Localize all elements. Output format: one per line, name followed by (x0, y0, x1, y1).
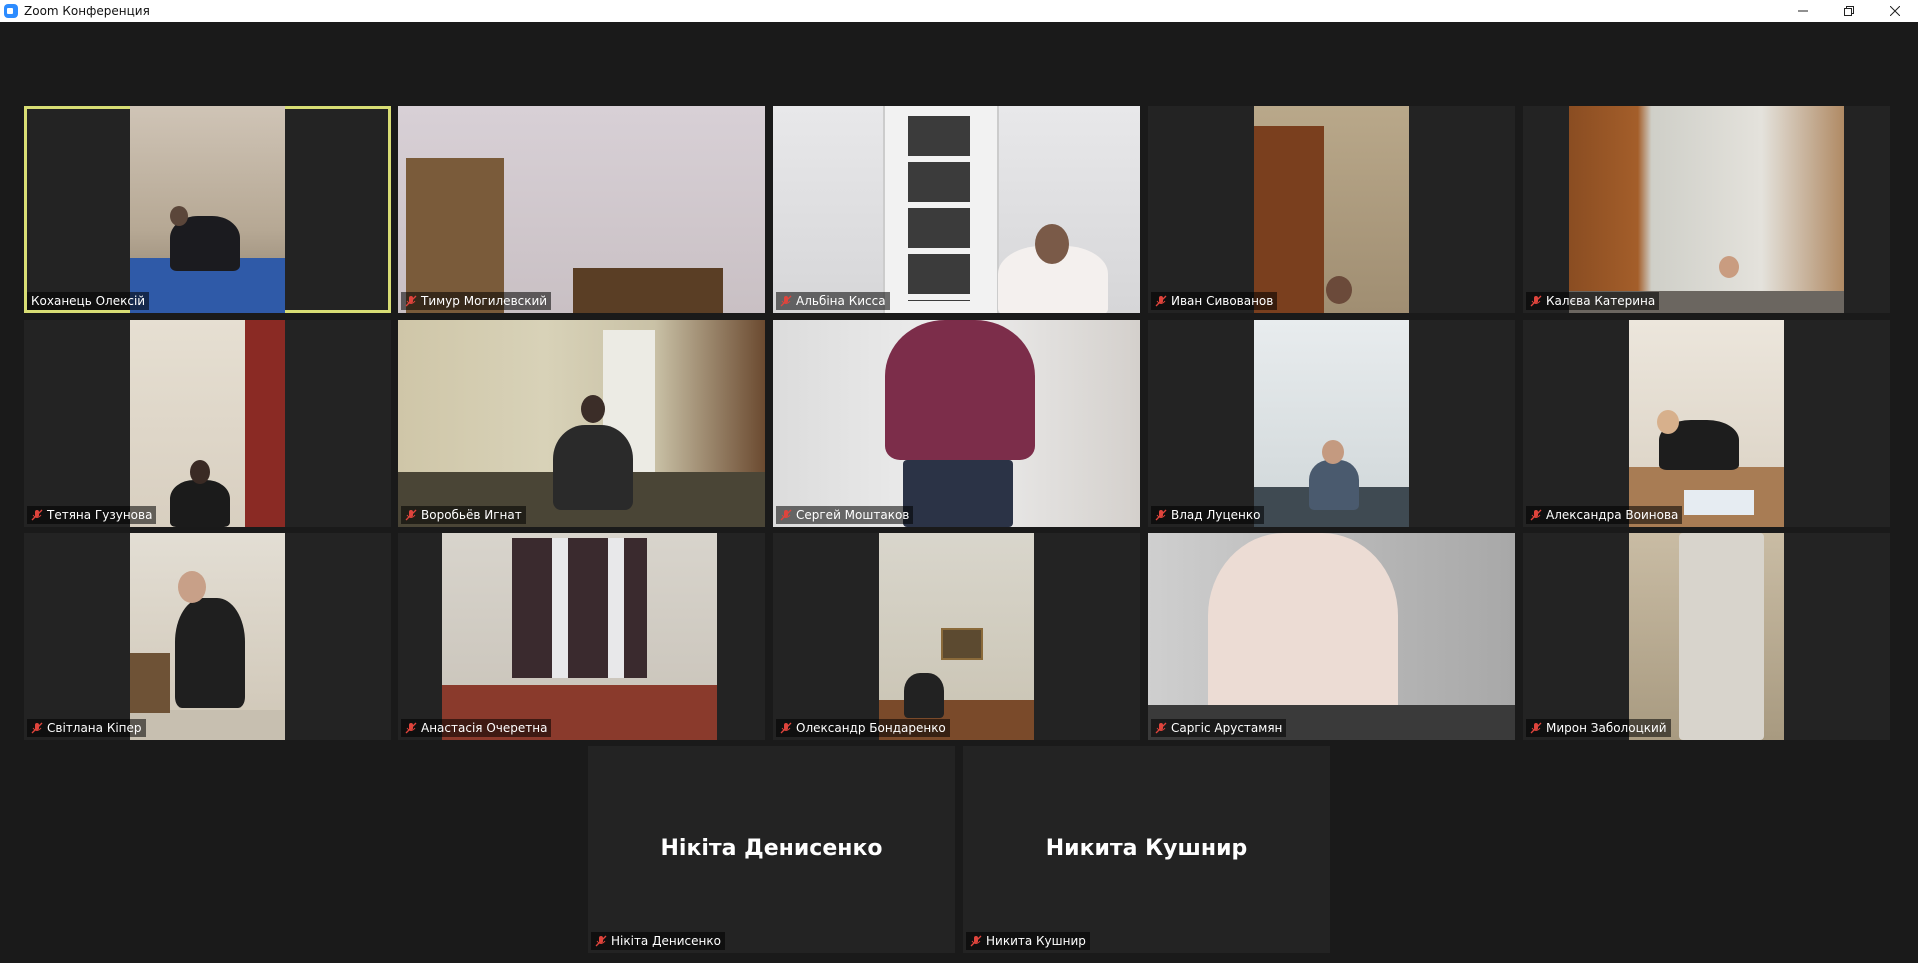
muted-mic-icon (1155, 509, 1167, 521)
muted-mic-icon (1155, 295, 1167, 307)
participant-tile[interactable]: Олександр Бондаренко (773, 533, 1140, 740)
participant-name: Сергей Моштаков (796, 508, 910, 522)
participant-name-tag: Влад Луценко (1151, 506, 1265, 524)
participant-tile[interactable]: Иван Сивованов (1148, 106, 1515, 313)
participant-tile[interactable]: Мирон Заболоцкий (1523, 533, 1890, 740)
participant-video (879, 533, 1034, 740)
close-button[interactable] (1872, 0, 1918, 22)
participant-video (773, 320, 1140, 527)
zoom-app-icon (4, 4, 18, 18)
participant-name: Саргіс Арустамян (1171, 721, 1283, 735)
participant-display-name: Нікіта Денисенко (660, 836, 883, 861)
participant-name-tag: Анастасія Очеретна (401, 719, 552, 737)
close-icon (1890, 6, 1900, 16)
participant-video (773, 106, 1140, 313)
title-bar: Zoom Конференция (0, 0, 1918, 22)
minimize-button[interactable] (1780, 0, 1826, 22)
participant-video (1569, 106, 1844, 313)
participant-video (1629, 533, 1784, 740)
participant-tile[interactable]: Саргіс Арустамян (1148, 533, 1515, 740)
participant-tile[interactable]: Тимур Могилевский (398, 106, 765, 313)
participant-video (1629, 320, 1784, 527)
participant-name-tag: Никита Кушнир (966, 932, 1090, 950)
participant-video (1254, 106, 1409, 313)
participant-name: Воробьёв Игнат (421, 508, 522, 522)
muted-mic-icon (31, 722, 43, 734)
participant-video (1254, 320, 1409, 527)
participant-tile[interactable]: Коханець Олексій (24, 106, 391, 313)
participant-name: Влад Луценко (1171, 508, 1261, 522)
participant-tile[interactable]: Світлана Кіпер (24, 533, 391, 740)
participant-name-tag: Олександр Бондаренко (776, 719, 950, 737)
participant-video (130, 320, 285, 527)
muted-mic-icon (595, 935, 607, 947)
participant-name: Тетяна Гузунова (47, 508, 153, 522)
muted-mic-icon (780, 295, 792, 307)
participant-name-tag: Світлана Кіпер (27, 719, 146, 737)
minimize-icon (1798, 10, 1808, 12)
participant-name-tag: Калєва Катерина (1526, 292, 1660, 310)
participant-video (130, 106, 285, 313)
participant-name: Альбіна Кисса (796, 294, 886, 308)
participant-name-tag: Воробьёв Игнат (401, 506, 526, 524)
participant-tile[interactable]: Воробьёв Игнат (398, 320, 765, 527)
participant-tile[interactable]: Никита Кушнир Никита Кушнир (963, 746, 1330, 953)
participant-name: Анастасія Очеретна (421, 721, 548, 735)
participant-name: Никита Кушнир (986, 934, 1086, 948)
participant-tile[interactable]: Влад Луценко (1148, 320, 1515, 527)
muted-mic-icon (405, 295, 417, 307)
participant-tile[interactable]: Калєва Катерина (1523, 106, 1890, 313)
participant-name: Коханець Олексій (31, 294, 146, 308)
participant-name: Иван Сивованов (1171, 294, 1274, 308)
participant-tile[interactable]: Нікіта Денисенко Нікіта Денисенко (588, 746, 955, 953)
participant-display-name: Никита Кушнир (1045, 836, 1248, 861)
participant-name: Александра Воинова (1546, 508, 1679, 522)
participant-name-tag: Тимур Могилевский (401, 292, 552, 310)
muted-mic-icon (1530, 509, 1542, 521)
participant-video (398, 320, 765, 527)
participant-name-tag: Альбіна Кисса (776, 292, 890, 310)
participant-name-tag: Мирон Заболоцкий (1526, 719, 1671, 737)
participant-name-tag: Тетяна Гузунова (27, 506, 157, 524)
participant-tile[interactable]: Анастасія Очеретна (398, 533, 765, 740)
participant-tile[interactable]: Александра Воинова (1523, 320, 1890, 527)
window-title: Zoom Конференция (24, 4, 150, 18)
participant-name-tag: Коханець Олексій (27, 292, 150, 310)
participant-video (398, 106, 765, 313)
restore-icon (1844, 6, 1854, 16)
participant-name: Світлана Кіпер (47, 721, 142, 735)
restore-button[interactable] (1826, 0, 1872, 22)
participant-name-tag: Нікіта Денисенко (591, 932, 725, 950)
participant-name: Олександр Бондаренко (796, 721, 946, 735)
participant-video (1148, 533, 1515, 740)
muted-mic-icon (1530, 295, 1542, 307)
participant-video (442, 533, 717, 740)
participant-name: Нікіта Денисенко (611, 934, 721, 948)
participant-tile[interactable]: Альбіна Кисса (773, 106, 1140, 313)
muted-mic-icon (780, 509, 792, 521)
muted-mic-icon (1155, 722, 1167, 734)
participant-name-tag: Александра Воинова (1526, 506, 1683, 524)
muted-mic-icon (970, 935, 982, 947)
participant-name-tag: Саргіс Арустамян (1151, 719, 1287, 737)
muted-mic-icon (1530, 722, 1542, 734)
participant-tile[interactable]: Тетяна Гузунова (24, 320, 391, 527)
participant-name-tag: Иван Сивованов (1151, 292, 1278, 310)
participant-name: Тимур Могилевский (421, 294, 548, 308)
participant-name-tag: Сергей Моштаков (776, 506, 914, 524)
muted-mic-icon (405, 722, 417, 734)
muted-mic-icon (31, 509, 43, 521)
participant-name: Мирон Заболоцкий (1546, 721, 1667, 735)
participant-name: Калєва Катерина (1546, 294, 1656, 308)
muted-mic-icon (780, 722, 792, 734)
participant-video (130, 533, 285, 740)
muted-mic-icon (405, 509, 417, 521)
participant-tile[interactable]: Сергей Моштаков (773, 320, 1140, 527)
